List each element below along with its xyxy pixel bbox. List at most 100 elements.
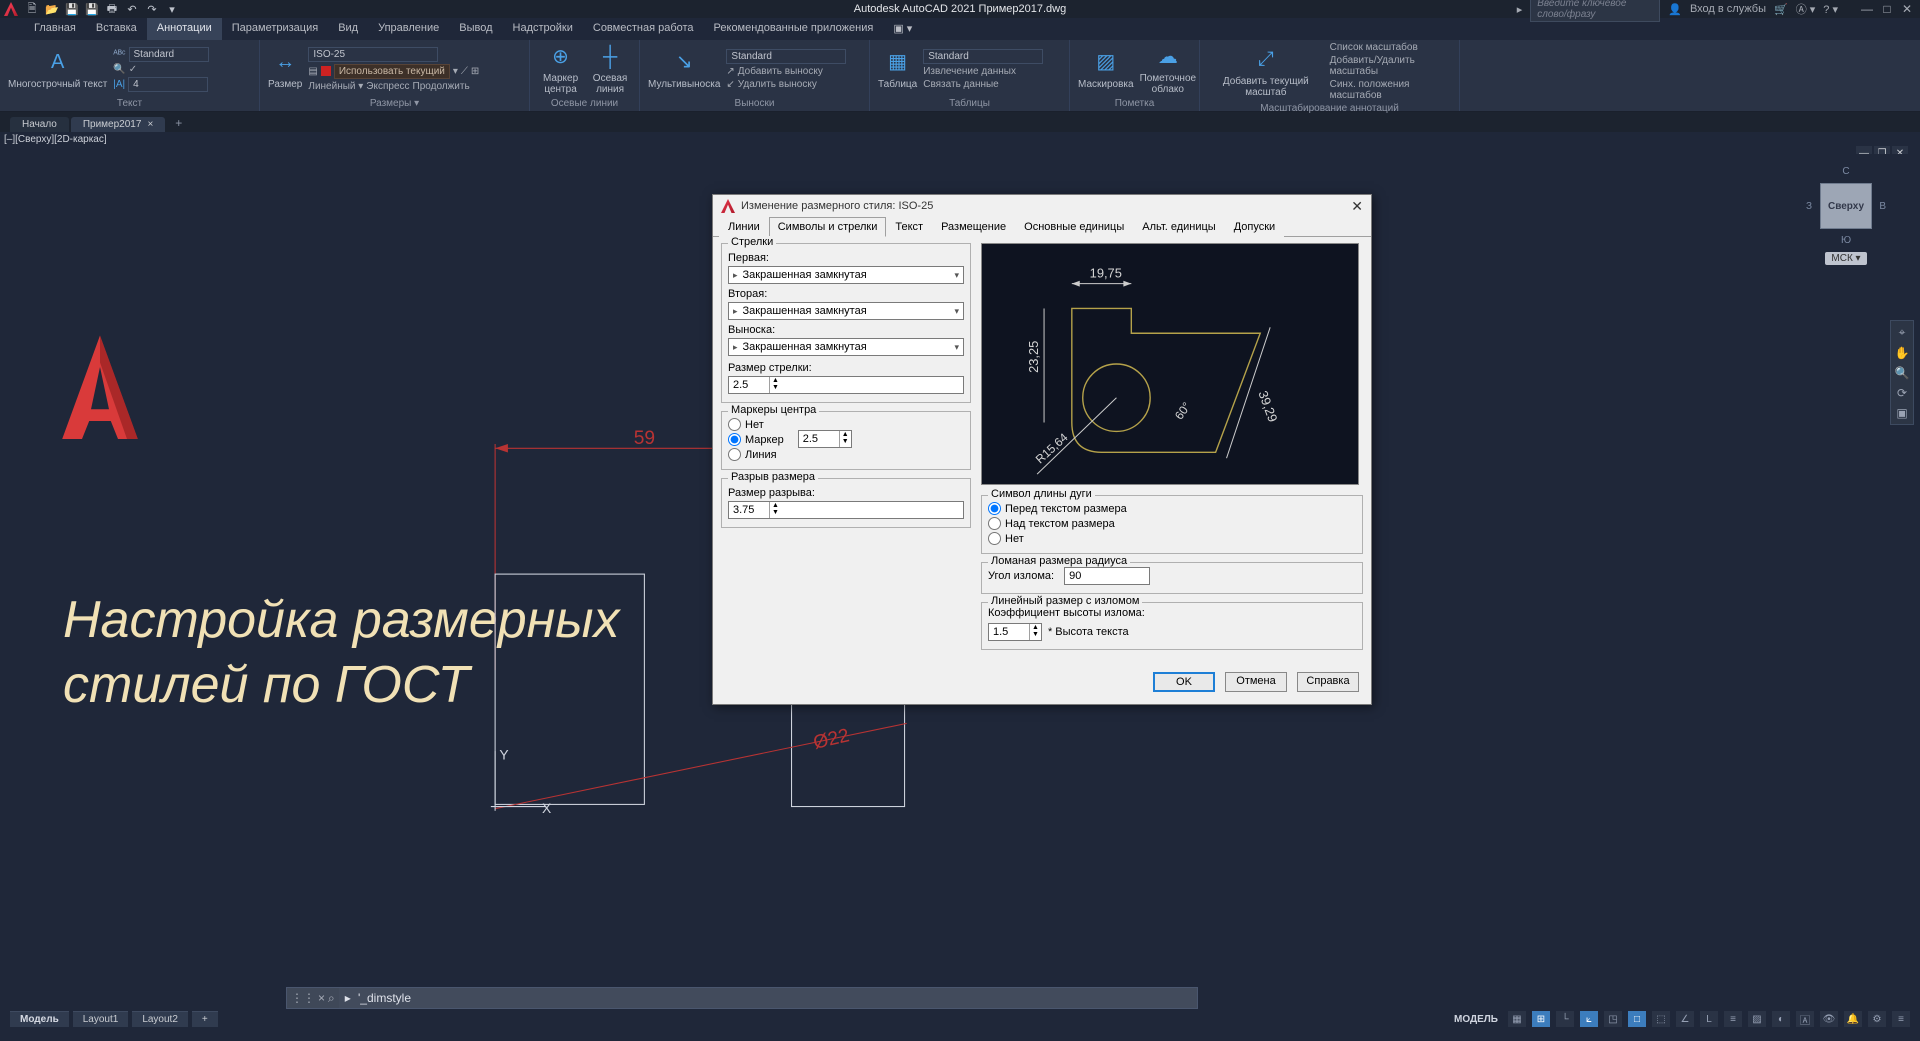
panel-dims-title[interactable]: Размеры ▾: [268, 96, 521, 111]
textheight-dropdown[interactable]: 4: [128, 77, 208, 92]
help-button[interactable]: Справка: [1297, 672, 1359, 692]
cmd-tool-icon[interactable]: ⌕: [328, 991, 335, 1006]
cube-face[interactable]: Сверху: [1820, 183, 1872, 229]
cycling-toggle[interactable]: ◐: [1772, 1011, 1790, 1027]
cube-w[interactable]: З: [1806, 201, 1812, 212]
qat-plot-icon[interactable]: 🖶: [104, 2, 120, 16]
grid-toggle[interactable]: ▦: [1508, 1011, 1526, 1027]
find-icon[interactable]: 🔍: [113, 64, 125, 75]
arc-before-radio[interactable]: [988, 502, 1001, 515]
cube-s[interactable]: Ю: [1841, 235, 1851, 246]
dimcontinue-button[interactable]: Продолжить: [413, 81, 470, 92]
linjog-coef-spinner[interactable]: ▲▼: [988, 623, 1042, 641]
cart-icon[interactable]: 🛒: [1774, 3, 1788, 16]
dim-misc1-icon[interactable]: ⟋: [461, 66, 468, 77]
cm-size-spinner[interactable]: ▲▼: [798, 430, 852, 448]
layout-tab-1[interactable]: Layout1: [73, 1011, 129, 1027]
dim-layer-icon[interactable]: ▤: [308, 66, 317, 77]
panel-tables-title[interactable]: Таблицы: [878, 96, 1061, 111]
dlgtab-alt[interactable]: Альт. единицы: [1133, 217, 1224, 237]
tab-home[interactable]: Главная: [24, 18, 86, 40]
arc-none-radio[interactable]: [988, 532, 1001, 545]
del-leader-label[interactable]: Удалить выноску: [738, 79, 817, 90]
sync-scale-button[interactable]: Синх. положения масштабов: [1330, 79, 1451, 101]
ui-customize-icon[interactable]: ≡: [1892, 1011, 1910, 1027]
dimlinear-button[interactable]: Линейный ▾: [308, 81, 363, 92]
polar-toggle[interactable]: ⟀: [1580, 1011, 1598, 1027]
text-abc-icon[interactable]: ᴬᴮᶜ: [113, 49, 125, 60]
table-button[interactable]: ▦Таблица: [878, 49, 917, 90]
qat-undo-icon[interactable]: ↶: [124, 2, 140, 16]
tab-view[interactable]: Вид: [328, 18, 368, 40]
centerline-button[interactable]: ┼Осевая линия: [589, 43, 631, 95]
dlgtab-primary[interactable]: Основные единицы: [1015, 217, 1133, 237]
orbit-icon[interactable]: ⟳: [1897, 386, 1907, 400]
textstyle-dropdown[interactable]: Standard: [129, 47, 209, 62]
second-arrow-dropdown[interactable]: Закрашенная замкнутая: [728, 302, 964, 320]
tab-featured[interactable]: Рекомендованные приложения: [704, 18, 884, 40]
3dsnap-toggle[interactable]: ⬚: [1652, 1011, 1670, 1027]
doctab-file[interactable]: Пример2017×: [71, 117, 165, 132]
ortho-toggle[interactable]: └: [1556, 1011, 1574, 1027]
centermark-button[interactable]: ⊕Маркер центра: [538, 43, 583, 95]
tab-extra-icon[interactable]: ▣ ▾: [883, 18, 922, 40]
transparency-toggle[interactable]: ▨: [1748, 1011, 1766, 1027]
help-icon[interactable]: ? ▾: [1823, 3, 1838, 16]
osnap-toggle[interactable]: □: [1628, 1011, 1646, 1027]
tab-insert[interactable]: Вставка: [86, 18, 147, 40]
revcloud-button[interactable]: ☁Пометочное облако: [1140, 43, 1197, 95]
signin-label[interactable]: Вход в службы: [1690, 3, 1766, 15]
tab-collab[interactable]: Совместная работа: [583, 18, 704, 40]
cmd-handle-icon[interactable]: ⋮⋮: [291, 991, 315, 1005]
otrack-toggle[interactable]: ∠: [1676, 1011, 1694, 1027]
cancel-button[interactable]: Отмена: [1225, 672, 1287, 692]
tablestyle-dropdown[interactable]: Standard: [923, 49, 1043, 64]
tab-output[interactable]: Вывод: [449, 18, 502, 40]
workspace-switch[interactable]: ⚙: [1868, 1011, 1886, 1027]
dimstyle-dropdown[interactable]: ISO-25: [308, 47, 438, 62]
cmd-close-icon[interactable]: ×: [318, 991, 325, 1005]
layout-add-icon[interactable]: +: [192, 1011, 218, 1027]
fullnav-icon[interactable]: ⌖: [1899, 325, 1906, 340]
iso-toggle[interactable]: ◳: [1604, 1011, 1622, 1027]
extract-data-button[interactable]: Извлечение данных: [923, 66, 1016, 77]
panel-text-title[interactable]: Текст: [8, 96, 251, 111]
tab-manage[interactable]: Управление: [368, 18, 449, 40]
cm-line-radio[interactable]: [728, 448, 741, 461]
leaderstyle-dropdown[interactable]: Standard: [726, 49, 846, 64]
spellcheck-icon[interactable]: ✓: [129, 64, 137, 75]
minimize-icon[interactable]: —: [1858, 2, 1876, 16]
doctab-close-icon[interactable]: ×: [147, 119, 153, 130]
qat-open-icon[interactable]: 📂: [44, 2, 60, 16]
annoscale-icon[interactable]: 🄰: [1796, 1011, 1814, 1027]
app-menu-icon[interactable]: Ⓐ ▾: [1796, 1, 1816, 17]
jog-angle-input[interactable]: [1064, 567, 1150, 585]
tab-parametric[interactable]: Параметризация: [222, 18, 328, 40]
qat-more-icon[interactable]: ▾: [164, 2, 180, 16]
search-input[interactable]: Введите ключевое слово/фразу: [1530, 0, 1660, 22]
panel-leaders-title[interactable]: Выноски: [648, 96, 861, 111]
zoom-extents-icon[interactable]: 🔍: [1895, 366, 1910, 380]
dlgtab-tol[interactable]: Допуски: [1225, 217, 1284, 237]
dim-misc2-icon[interactable]: ⊞: [471, 66, 479, 77]
tab-addins[interactable]: Надстройки: [503, 18, 583, 40]
qat-redo-icon[interactable]: ↷: [144, 2, 160, 16]
doctab-start[interactable]: Начало: [10, 117, 69, 132]
arc-above-radio[interactable]: [988, 517, 1001, 530]
annomon-toggle[interactable]: 🔔: [1844, 1011, 1862, 1027]
viewport-label[interactable]: [–][Сверху][2D-каркас]: [0, 132, 1920, 147]
pan-icon[interactable]: ✋: [1895, 346, 1910, 360]
dlgtab-fit[interactable]: Размещение: [932, 217, 1015, 237]
dlgtab-lines[interactable]: Линии: [719, 217, 769, 237]
adddel-scale-button[interactable]: Добавить/Удалить масштабы: [1330, 55, 1451, 77]
annovis-toggle[interactable]: 👁: [1820, 1011, 1838, 1027]
qat-new-icon[interactable]: 🗎: [24, 2, 40, 16]
link-data-button[interactable]: Связать данные: [923, 79, 999, 90]
doctab-add-icon[interactable]: +: [167, 114, 190, 132]
add-leader-icon[interactable]: ↗: [726, 66, 734, 77]
add-leader-label[interactable]: Добавить выноску: [738, 66, 823, 77]
command-line[interactable]: ⋮⋮×⌕ ▸ '_dimstyle: [286, 987, 1198, 1009]
ok-button[interactable]: OK: [1153, 672, 1215, 692]
qat-save-icon[interactable]: 💾: [64, 2, 80, 16]
user-icon[interactable]: 👤: [1668, 3, 1682, 16]
